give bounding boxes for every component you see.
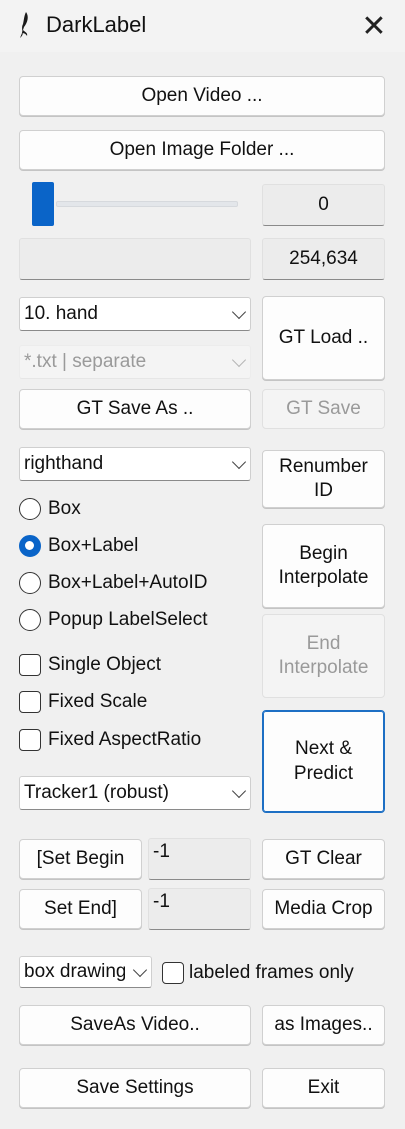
app-feather-icon xyxy=(20,12,28,38)
mode-popup-label: Popup LabelSelect xyxy=(48,609,208,630)
gt-format-select: *.txt | separate xyxy=(19,345,251,379)
frame-slider-track[interactable] xyxy=(56,201,238,207)
gt-format-value: *.txt | separate xyxy=(24,351,147,372)
fixed-scale-label: Fixed Scale xyxy=(48,691,148,712)
gt-save-as-button[interactable]: GT Save As .. xyxy=(19,389,251,429)
open-image-folder-button[interactable]: Open Image Folder ... xyxy=(19,130,385,170)
frame-slider-thumb[interactable] xyxy=(32,182,54,226)
checkbox-icon xyxy=(19,654,41,676)
fixed-aspect-label: Fixed AspectRatio xyxy=(48,729,202,750)
label-class-value: righthand xyxy=(24,453,104,474)
draw-mode-select[interactable]: box drawing xyxy=(19,956,152,988)
checkbox-icon xyxy=(19,729,41,751)
labeled-frames-only-label: labeled frames only xyxy=(189,962,354,983)
mode-box-label-label: Box+Label xyxy=(48,535,139,556)
tracker-select[interactable]: Tracker1 (robust) xyxy=(19,776,251,810)
save-as-video-button[interactable]: SaveAs Video.. xyxy=(19,1005,251,1045)
labeled-frames-only-checkbox[interactable]: labeled frames only xyxy=(162,962,354,984)
begin-frame-field: -1 xyxy=(148,838,251,880)
chevron-down-icon xyxy=(231,352,247,368)
mode-box-label: Box xyxy=(48,498,81,519)
label-class-select[interactable]: righthand xyxy=(19,447,251,481)
open-video-button[interactable]: Open Video ... xyxy=(19,76,385,116)
set-end-button[interactable]: Set End] xyxy=(19,889,142,929)
total-frames-field: 254,634 xyxy=(262,238,385,280)
next-predict-button[interactable]: Next & Predict xyxy=(262,710,385,813)
gt-save-button: GT Save xyxy=(262,389,385,429)
gt-clear-button[interactable]: GT Clear xyxy=(262,839,385,879)
mode-box-radio[interactable]: Box xyxy=(19,498,81,520)
fixed-scale-checkbox[interactable]: Fixed Scale xyxy=(19,691,147,713)
draw-mode-value: box drawing xyxy=(24,961,125,982)
mode-box-label-radio[interactable]: Box+Label xyxy=(19,535,138,557)
close-button[interactable]: ✕ xyxy=(350,6,398,46)
chevron-down-icon xyxy=(132,962,148,978)
checkbox-icon xyxy=(162,962,184,984)
window-title: DarkLabel xyxy=(46,12,147,37)
tracker-value: Tracker1 (robust) xyxy=(24,782,169,803)
begin-interpolate-button[interactable]: Begin Interpolate xyxy=(262,524,385,608)
chevron-down-icon xyxy=(231,783,247,799)
single-object-checkbox[interactable]: Single Object xyxy=(19,654,161,676)
mode-box-label-autoid-label: Box+Label+AutoID xyxy=(48,572,208,593)
end-interpolate-button: End Interpolate xyxy=(262,614,385,698)
frame-info-field xyxy=(19,238,251,280)
renumber-id-button[interactable]: Renumber ID xyxy=(262,450,385,508)
mode-popup-radio[interactable]: Popup LabelSelect xyxy=(19,609,208,631)
radio-off-icon xyxy=(19,572,41,594)
radio-off-icon xyxy=(19,498,41,520)
gt-preset-value: 10. hand xyxy=(24,303,98,324)
set-begin-button[interactable]: [Set Begin xyxy=(19,839,142,879)
close-icon: ✕ xyxy=(361,9,387,43)
radio-off-icon xyxy=(19,609,41,631)
chevron-down-icon xyxy=(231,454,247,470)
single-object-label: Single Object xyxy=(48,654,162,675)
exit-button[interactable]: Exit xyxy=(262,1068,385,1108)
radio-on-icon xyxy=(19,535,41,557)
current-frame-field: 0 xyxy=(262,184,385,226)
media-crop-button[interactable]: Media Crop xyxy=(262,889,385,929)
save-as-images-button[interactable]: as Images.. xyxy=(262,1005,385,1045)
gt-preset-select[interactable]: 10. hand xyxy=(19,297,251,331)
gt-load-button[interactable]: GT Load .. xyxy=(262,296,385,380)
end-frame-field: -1 xyxy=(148,888,251,930)
fixed-aspect-checkbox[interactable]: Fixed AspectRatio xyxy=(19,729,201,751)
chevron-down-icon xyxy=(231,304,247,320)
mode-box-label-autoid-radio[interactable]: Box+Label+AutoID xyxy=(19,572,208,594)
checkbox-icon xyxy=(19,691,41,713)
save-settings-button[interactable]: Save Settings xyxy=(19,1068,251,1108)
